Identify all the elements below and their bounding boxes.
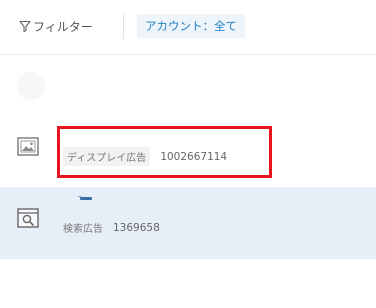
display-ad-image-icon (16, 135, 40, 159)
truncated-title-mark (78, 196, 92, 200)
search-ad-icon (16, 206, 40, 230)
row-meta: ディスプレイ広告 1002667114 (63, 147, 227, 166)
loading-placeholder-row (0, 55, 376, 107)
filter-bar: フィルター アカウント：全て (0, 0, 376, 55)
ad-id: 1002667114 (160, 150, 228, 163)
list-item[interactable]: ディスプレイ広告 1002667114 (0, 113, 376, 183)
ad-id: 1369658 (113, 221, 160, 234)
filter-label: フィルター (33, 19, 93, 34)
ad-type-tag: 検索広告 (63, 224, 103, 235)
filter-divider (123, 13, 124, 39)
filter-button[interactable]: フィルター (19, 16, 93, 36)
ad-type-tag: ディスプレイ広告 (63, 147, 151, 166)
filter-icon (19, 20, 31, 32)
account-filter-chip[interactable]: アカウント：全て (137, 14, 245, 38)
list-item-selected[interactable]: 検索広告 1369658 (0, 187, 376, 259)
list-empty-space (0, 259, 376, 308)
placeholder-avatar (17, 72, 45, 100)
row-meta: 検索広告 1369658 (63, 218, 160, 237)
